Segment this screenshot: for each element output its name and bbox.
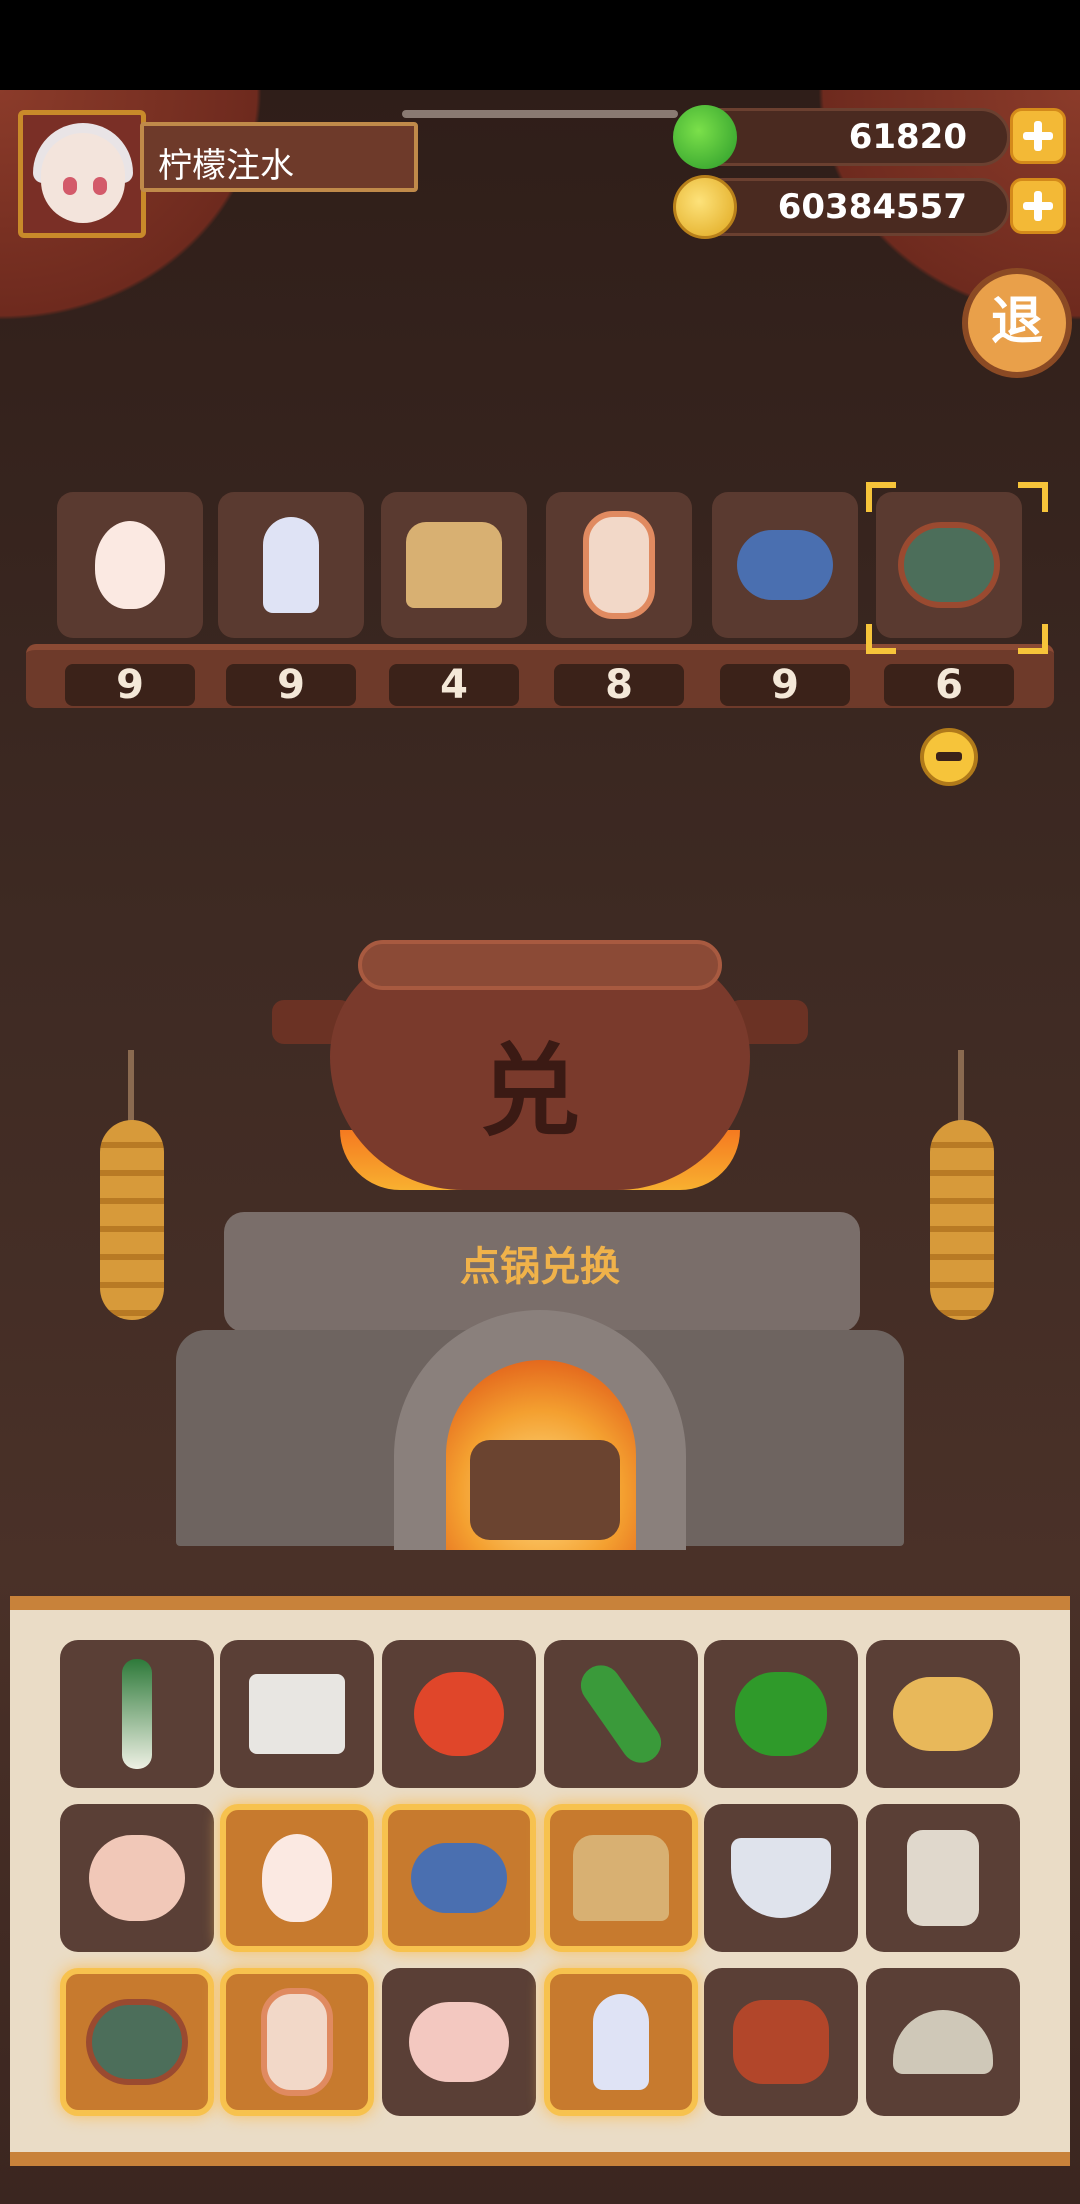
duck-icon <box>409 2002 509 2082</box>
flour-sack-icon <box>573 1835 669 1921</box>
inventory-slot[interactable] <box>220 1640 374 1788</box>
selection-bracket <box>866 482 896 512</box>
ingredient-count: 8 <box>554 664 684 706</box>
egg-icon <box>95 521 165 609</box>
jade-value: 61820 <box>848 117 967 157</box>
egg-icon <box>262 1834 332 1922</box>
ingredient-count: 9 <box>720 664 850 706</box>
exit-button[interactable]: 退 <box>962 268 1072 378</box>
pot-rim <box>358 940 722 990</box>
gold-value: 60384557 <box>777 187 967 227</box>
hanging-corn-left <box>100 1120 164 1320</box>
squid-icon <box>263 517 319 613</box>
selected-slot[interactable] <box>712 492 858 638</box>
inventory-slot[interactable] <box>544 1640 698 1788</box>
selection-bracket <box>1018 624 1048 654</box>
inventory-slot[interactable] <box>220 1968 374 2116</box>
gold-coin-icon <box>673 175 737 239</box>
firewood <box>470 1440 620 1540</box>
avatar-eye <box>93 177 107 195</box>
cucumber-icon <box>573 1657 669 1771</box>
crab-icon <box>898 522 1000 608</box>
inventory-slot[interactable] <box>544 1968 698 2116</box>
selected-slot[interactable] <box>546 492 692 638</box>
player-name: 柠檬注水 <box>158 146 294 186</box>
home-indicator <box>402 110 678 118</box>
avatar[interactable] <box>18 110 146 238</box>
fish-icon <box>737 530 833 600</box>
inventory-slot[interactable] <box>382 1804 536 1952</box>
player-name-plate: 柠檬注水 <box>140 122 418 192</box>
inventory-slot[interactable] <box>704 1804 858 1952</box>
selected-slot[interactable] <box>381 492 527 638</box>
inventory-slot[interactable] <box>382 1640 536 1788</box>
clam-icon <box>893 2010 993 2074</box>
green-pepper-icon <box>735 1672 827 1756</box>
selection-bracket <box>1018 482 1048 512</box>
tofu-icon <box>249 1674 345 1754</box>
inventory-slot[interactable] <box>60 1804 214 1952</box>
ingredient-count: 9 <box>226 664 356 706</box>
tomato-icon <box>414 1672 504 1756</box>
selected-slot[interactable] <box>57 492 203 638</box>
avatar-eye <box>63 177 77 195</box>
crab-icon <box>86 1999 188 2085</box>
pot-glyph: 兑 <box>480 1033 580 1150</box>
ingredient-count: 6 <box>884 664 1014 706</box>
shrimp-icon <box>583 511 655 619</box>
selected-slot[interactable] <box>876 492 1022 638</box>
rice-bowl-icon <box>731 1838 831 1918</box>
inventory-slot[interactable] <box>866 1968 1020 2116</box>
inventory-slot[interactable] <box>866 1640 1020 1788</box>
avatar-face <box>41 133 125 223</box>
fish-icon <box>411 1843 507 1913</box>
inventory-slot[interactable] <box>544 1804 698 1952</box>
squid-icon <box>593 1994 649 2090</box>
shrimp-icon <box>261 1988 333 2096</box>
inventory-slot[interactable] <box>704 1968 858 2116</box>
ingredient-count: 4 <box>389 664 519 706</box>
selected-slot[interactable] <box>218 492 364 638</box>
inventory-slot[interactable] <box>866 1804 1020 1952</box>
add-jade-button[interactable] <box>1010 108 1066 164</box>
selection-bracket <box>866 624 896 654</box>
inventory-slot[interactable] <box>60 1640 214 1788</box>
hanging-string <box>128 1050 134 1130</box>
potato-icon <box>893 1677 993 1751</box>
jade-balance: 61820 <box>673 105 1010 169</box>
jade-icon <box>673 105 737 169</box>
inventory-slot[interactable] <box>704 1640 858 1788</box>
ingredient-count: 9 <box>65 664 195 706</box>
add-gold-button[interactable] <box>1010 178 1066 234</box>
jar-icon <box>907 1830 979 1926</box>
gold-balance: 60384557 <box>673 175 1010 239</box>
flour-sack-icon <box>406 522 502 608</box>
inventory-slot[interactable] <box>60 1968 214 2116</box>
status-bar <box>0 0 1080 90</box>
remove-ingredient-button[interactable] <box>920 728 978 786</box>
chicken-icon <box>89 1835 185 1921</box>
leek-icon <box>122 1659 152 1769</box>
inventory-slot[interactable] <box>382 1968 536 2116</box>
hanging-string <box>958 1050 964 1130</box>
inventory-slot[interactable] <box>220 1804 374 1952</box>
meat-icon <box>733 2000 829 2084</box>
hanging-corn-right <box>930 1120 994 1320</box>
